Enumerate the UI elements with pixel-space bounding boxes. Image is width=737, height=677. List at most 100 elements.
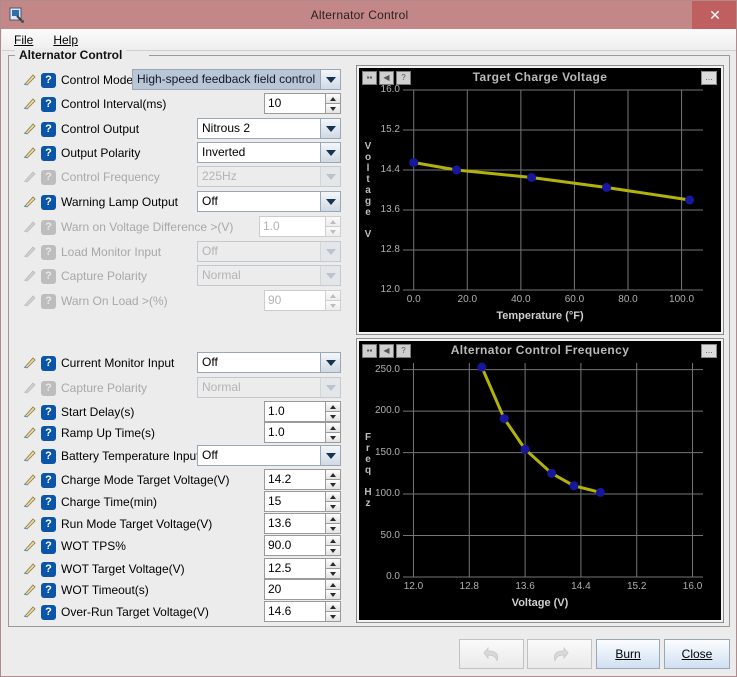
spinner-field[interactable]: 12.5 xyxy=(264,558,341,579)
chart-data-point[interactable] xyxy=(409,158,419,167)
spinner-up-button[interactable] xyxy=(325,579,341,589)
spinner-field[interactable]: 20 xyxy=(264,579,341,600)
pencil-icon[interactable] xyxy=(22,604,40,620)
pencil-icon[interactable] xyxy=(22,561,40,577)
combo-box[interactable]: Off xyxy=(197,191,341,212)
zoom-icon[interactable]: ◀ xyxy=(379,71,394,85)
pencil-icon[interactable] xyxy=(22,194,40,210)
spinner-up-button[interactable] xyxy=(325,535,341,545)
pencil-icon[interactable] xyxy=(22,538,40,554)
chart-data-point[interactable] xyxy=(602,183,612,192)
help-icon[interactable]: ? xyxy=(41,121,56,137)
help-icon[interactable]: ? xyxy=(41,448,56,464)
pencil-icon[interactable] xyxy=(22,355,40,371)
zoom-icon[interactable]: ◀ xyxy=(379,344,394,358)
chart-target-charge-voltage[interactable]: ▪▪ ◀?… Target Charge Voltage 12.0 12.8 13.6 14… xyxy=(356,65,724,335)
burn-button[interactable]: Burn xyxy=(596,639,660,669)
help-icon[interactable]: ? xyxy=(41,604,56,620)
spinner-field[interactable]: 14.2 xyxy=(264,469,341,490)
spinner-up-button[interactable] xyxy=(325,93,341,103)
spinner-field[interactable]: 1.0 xyxy=(264,422,341,443)
spinner-value[interactable]: 10 xyxy=(264,93,325,114)
chart-data-point[interactable] xyxy=(452,165,462,175)
combo-box[interactable]: Nitrous 2 xyxy=(197,118,341,139)
chart-menu-icon[interactable]: … xyxy=(701,71,717,85)
chevron-down-icon[interactable] xyxy=(320,192,340,211)
chart-data-point[interactable] xyxy=(685,195,695,205)
chart-data-point[interactable] xyxy=(520,444,530,454)
help-icon[interactable]: ? xyxy=(396,344,411,358)
chevron-down-icon[interactable] xyxy=(320,353,340,372)
spinner-down-button[interactable] xyxy=(325,501,341,512)
help-icon[interactable]: ? xyxy=(41,96,56,112)
spinner-down-button[interactable] xyxy=(325,589,341,600)
chart-data-point[interactable] xyxy=(499,414,509,424)
spinner-up-button[interactable] xyxy=(325,558,341,568)
spinner-up-button[interactable] xyxy=(325,469,341,479)
combo-box[interactable]: Off xyxy=(197,352,341,373)
pencil-icon[interactable] xyxy=(22,404,40,420)
chart-data-point[interactable] xyxy=(547,468,557,478)
spinner-down-button[interactable] xyxy=(325,545,341,556)
spinner-up-button[interactable] xyxy=(325,422,341,432)
spinner-value[interactable]: 90.0 xyxy=(264,535,325,556)
pencil-icon[interactable] xyxy=(22,72,40,88)
menu-item-help[interactable]: Help xyxy=(49,31,88,49)
spinner-up-button[interactable] xyxy=(325,401,341,411)
pan-icon[interactable]: ▪▪ xyxy=(362,71,377,85)
spinner-down-button[interactable] xyxy=(325,411,341,422)
chart-menu-icon[interactable]: … xyxy=(701,344,717,358)
help-icon[interactable]: ? xyxy=(41,561,56,577)
help-icon[interactable]: ? xyxy=(41,355,56,371)
help-icon[interactable]: ? xyxy=(41,516,56,532)
spinner-up-button[interactable] xyxy=(325,491,341,501)
help-icon[interactable]: ? xyxy=(41,404,56,420)
combo-box[interactable]: Inverted xyxy=(197,142,341,163)
chart-data-point[interactable] xyxy=(569,481,579,491)
spinner-value[interactable]: 1.0 xyxy=(264,401,325,422)
chevron-down-icon[interactable] xyxy=(320,119,340,138)
pencil-icon[interactable] xyxy=(22,494,40,510)
spinner-value[interactable]: 12.5 xyxy=(264,558,325,579)
help-icon[interactable]: ? xyxy=(396,71,411,85)
chevron-down-icon[interactable] xyxy=(320,143,340,162)
spinner-field[interactable]: 1.0 xyxy=(264,401,341,422)
spinner-down-button[interactable] xyxy=(325,523,341,534)
spinner-field[interactable]: 90.0 xyxy=(264,535,341,556)
combo-box[interactable]: High-speed feedback field control xyxy=(132,69,341,90)
spinner-field[interactable]: 14.6 xyxy=(264,601,341,622)
help-icon[interactable]: ? xyxy=(41,472,56,488)
spinner-value[interactable]: 15 xyxy=(264,491,325,512)
spinner-value[interactable]: 14.6 xyxy=(264,601,325,622)
pencil-icon[interactable] xyxy=(22,425,40,441)
help-icon[interactable]: ? xyxy=(41,425,56,441)
spinner-field[interactable]: 10 xyxy=(264,93,341,114)
chart-data-point[interactable] xyxy=(595,487,605,497)
spinner-value[interactable]: 20 xyxy=(264,579,325,600)
spinner-down-button[interactable] xyxy=(325,432,341,443)
menu-item-file[interactable]: File xyxy=(10,31,43,49)
pencil-icon[interactable] xyxy=(22,582,40,598)
chevron-down-icon[interactable] xyxy=(320,70,340,89)
pan-icon[interactable]: ▪▪ xyxy=(362,344,377,358)
close-button[interactable]: Close xyxy=(664,639,730,669)
spinner-down-button[interactable] xyxy=(325,611,341,622)
help-icon[interactable]: ? xyxy=(41,145,56,161)
spinner-up-button[interactable] xyxy=(325,601,341,611)
pencil-icon[interactable] xyxy=(22,516,40,532)
spinner-value[interactable]: 14.2 xyxy=(264,469,325,490)
pencil-icon[interactable] xyxy=(22,121,40,137)
help-icon[interactable]: ? xyxy=(41,582,56,598)
spinner-field[interactable]: 15 xyxy=(264,491,341,512)
help-icon[interactable]: ? xyxy=(41,194,56,210)
chart-alternator-control-frequency[interactable]: ▪▪ ◀?… Alternator Control Frequency 0.0 50.0… xyxy=(356,338,724,623)
help-icon[interactable]: ? xyxy=(41,538,56,554)
chevron-down-icon[interactable] xyxy=(320,446,340,465)
help-icon[interactable]: ? xyxy=(41,72,56,88)
spinner-field[interactable]: 13.6 xyxy=(264,513,341,534)
close-icon[interactable]: ✕ xyxy=(692,1,736,29)
spinner-down-button[interactable] xyxy=(325,479,341,490)
chart-data-point[interactable] xyxy=(477,362,487,372)
spinner-up-button[interactable] xyxy=(325,513,341,523)
combo-box[interactable]: Off xyxy=(197,445,341,466)
